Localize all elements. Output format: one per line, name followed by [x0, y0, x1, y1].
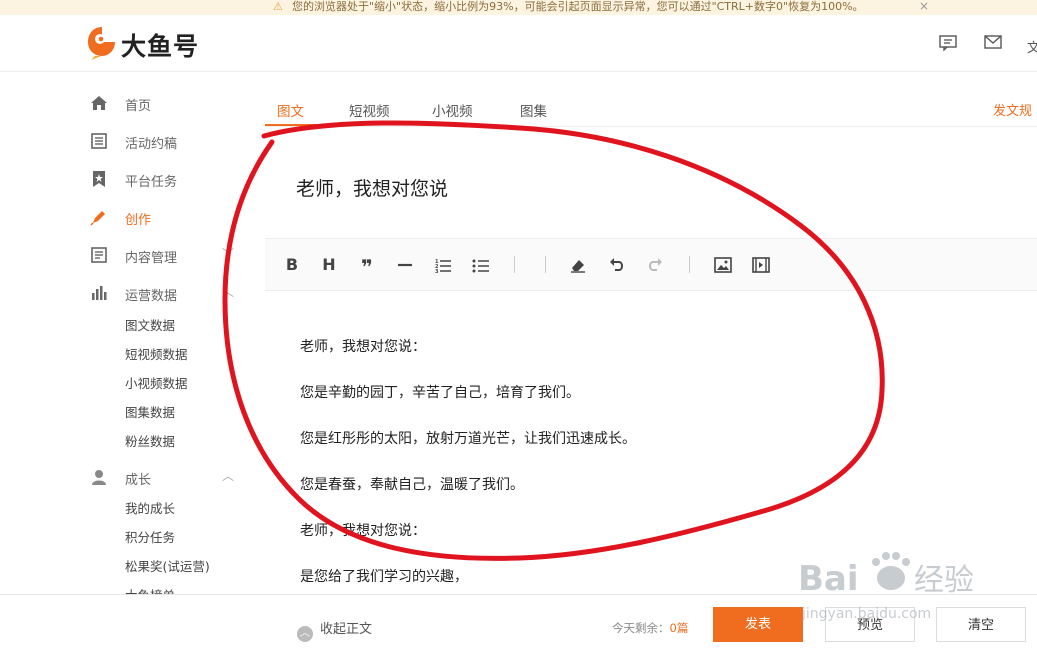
chevron-up-icon: ︿ — [297, 626, 313, 642]
tab-mini-video[interactable]: 小视频 — [432, 100, 473, 120]
collapse-body-button[interactable]: ︿ 收起正文 — [297, 618, 372, 642]
tab-article[interactable]: 图文 — [277, 100, 304, 120]
editor-paragraph[interactable]: 您是春蚕，奉献自己，温暖了我们。 — [300, 474, 524, 494]
editor-paragraph[interactable]: 您是红彤彤的太阳，放射万道光芒，让我们迅速成长。 — [300, 428, 636, 448]
toolbar-divider — [514, 256, 515, 273]
sidebar: 首页 活动约稿 平台任务 创作 内容管理 ﹀ 运营数据 ︿ 图文数据 短视频数据… — [0, 72, 245, 594]
image-icon[interactable] — [712, 254, 734, 276]
editor-paragraph[interactable]: 是您给了我们学习的兴趣， — [300, 566, 468, 586]
sidebar-item-label: 创作 — [125, 213, 152, 228]
sidebar-subitem-rankings[interactable]: 大鱼榜单 — [125, 585, 175, 594]
pen-icon — [90, 211, 105, 226]
editor-toolbar: B H ❞ 123 — [265, 238, 1037, 291]
bold-icon[interactable]: B — [281, 254, 303, 276]
sidebar-subitem-fans-data[interactable]: 粉丝数据 — [125, 431, 175, 450]
baidu-jingyan-watermark: Bai 经验 jingyan.baidu.com — [798, 552, 974, 622]
posting-rules-link[interactable]: 发文规 — [993, 100, 1037, 119]
list-icon — [91, 247, 107, 263]
remaining-count: 0篇 — [669, 621, 689, 635]
undo-icon[interactable] — [606, 254, 628, 276]
toolbar-divider — [689, 256, 690, 273]
sidebar-subitem-pinecone-award[interactable]: 松果奖(试运营) — [125, 556, 210, 575]
remaining-label: 今天剩余： — [612, 621, 670, 635]
sidebar-subitem-short-video-data[interactable]: 短视频数据 — [125, 344, 188, 363]
user-icon — [92, 470, 106, 485]
chevron-up-icon[interactable]: ︿ — [222, 467, 234, 484]
message-icon[interactable] — [939, 35, 957, 51]
sidebar-item-label: 内容管理 — [125, 251, 178, 266]
video-icon[interactable] — [750, 254, 772, 276]
eraser-icon[interactable] — [567, 254, 589, 276]
chevron-down-icon[interactable]: ﹀ — [222, 245, 234, 262]
active-tab-underline — [265, 124, 319, 126]
sidebar-item-growth[interactable]: 成长 ︿ — [0, 463, 245, 491]
watermark-text: 经验 — [914, 563, 974, 598]
tab-short-video[interactable]: 短视频 — [349, 100, 390, 120]
editor-paragraph[interactable]: 您是辛勤的园丁，辛苦了自己，培育了我们。 — [300, 382, 580, 402]
ordered-list-icon[interactable]: 123 — [432, 254, 454, 276]
content-type-tabs: 图文 短视频 小视频 图集 发文规 — [265, 94, 1037, 127]
sidebar-subitem-mini-video-data[interactable]: 小视频数据 — [125, 373, 188, 392]
sidebar-item-activity[interactable]: 活动约稿 — [0, 127, 245, 155]
brand-name: 大鱼号 — [121, 32, 200, 61]
sidebar-item-data[interactable]: 运营数据 ︿ — [0, 279, 245, 307]
article-title-input[interactable]: 老师，我想对您说 — [296, 174, 448, 201]
sidebar-item-label: 首页 — [125, 99, 152, 114]
document-icon — [91, 133, 107, 149]
close-icon[interactable]: × — [919, 0, 929, 13]
bookmark-star-icon — [93, 171, 105, 187]
top-header: 大鱼号 文 — [0, 15, 1037, 72]
chevron-up-icon[interactable]: ︿ — [222, 283, 234, 300]
quote-icon[interactable]: ❞ — [356, 254, 378, 279]
zoom-warning-bar: ⚠ 您的浏览器处于"缩小"状态，缩小比例为93%，可能会引起页面显示异常，您可以… — [0, 0, 1037, 15]
bar-chart-icon — [92, 286, 107, 300]
sidebar-item-content[interactable]: 内容管理 ﹀ — [0, 241, 245, 269]
sidebar-item-label: 活动约稿 — [125, 137, 178, 152]
tab-gallery[interactable]: 图集 — [520, 100, 547, 120]
sidebar-item-label: 运营数据 — [125, 289, 178, 304]
home-icon — [91, 96, 107, 110]
horizontal-rule-icon[interactable] — [394, 254, 416, 276]
mail-icon[interactable] — [984, 35, 1002, 49]
remaining-posts: 今天剩余：0篇 — [612, 620, 688, 636]
header-cut-item[interactable]: 文 — [1027, 37, 1037, 56]
editor-paragraph[interactable]: 老师，我想对您说： — [300, 520, 426, 540]
sidebar-subitem-gallery-data[interactable]: 图集数据 — [125, 402, 175, 421]
collapse-body-label: 收起正文 — [320, 622, 373, 637]
toolbar-divider — [545, 256, 546, 273]
logo-icon — [88, 27, 115, 60]
redo-icon[interactable] — [644, 254, 666, 276]
sidebar-item-tasks[interactable]: 平台任务 — [0, 165, 245, 193]
sidebar-subitem-points-tasks[interactable]: 积分任务 — [125, 527, 175, 546]
sidebar-item-create[interactable]: 创作 — [0, 203, 245, 231]
sidebar-item-label: 成长 — [125, 473, 152, 488]
sidebar-subitem-article-data[interactable]: 图文数据 — [125, 315, 175, 334]
editor-paragraph[interactable]: 老师，我想对您说： — [300, 336, 426, 356]
sidebar-item-home[interactable]: 首页 — [0, 89, 245, 117]
svg-text:3: 3 — [435, 269, 439, 275]
sidebar-subitem-my-growth[interactable]: 我的成长 — [125, 498, 175, 517]
zoom-warning-text: 您的浏览器处于"缩小"状态，缩小比例为93%，可能会引起页面显示异常，您可以通过… — [292, 0, 864, 13]
watermark-url: jingyan.baidu.com — [801, 606, 931, 622]
bullet-list-icon[interactable] — [470, 254, 492, 276]
sidebar-item-label: 平台任务 — [125, 175, 178, 190]
warning-icon: ⚠ — [273, 0, 283, 13]
heading-icon[interactable]: H — [318, 254, 340, 276]
watermark-text: Bai — [798, 559, 859, 599]
